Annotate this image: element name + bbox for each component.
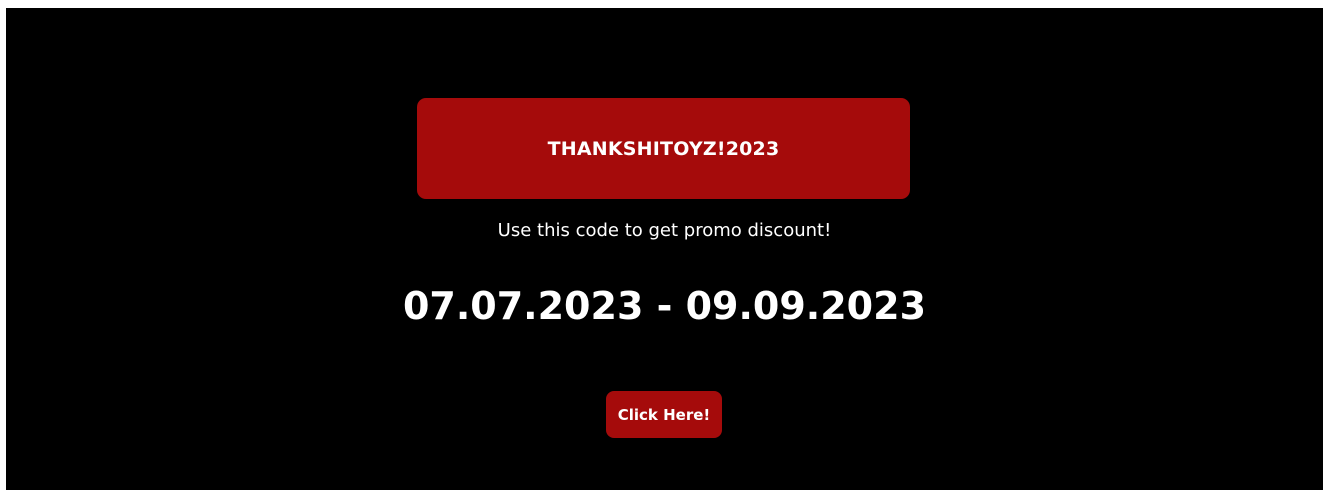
promo-description: Use this code to get promo discount! bbox=[497, 220, 832, 241]
click-here-button[interactable]: Click Here! bbox=[606, 391, 722, 438]
promo-section: THANKSHITOYZ!2023 Use this code to get p… bbox=[6, 8, 1323, 490]
promo-code-box: THANKSHITOYZ!2023 bbox=[417, 98, 910, 199]
promo-code: THANKSHITOYZ!2023 bbox=[547, 137, 780, 160]
promo-date-range: 07.07.2023 - 09.09.2023 bbox=[402, 284, 927, 328]
